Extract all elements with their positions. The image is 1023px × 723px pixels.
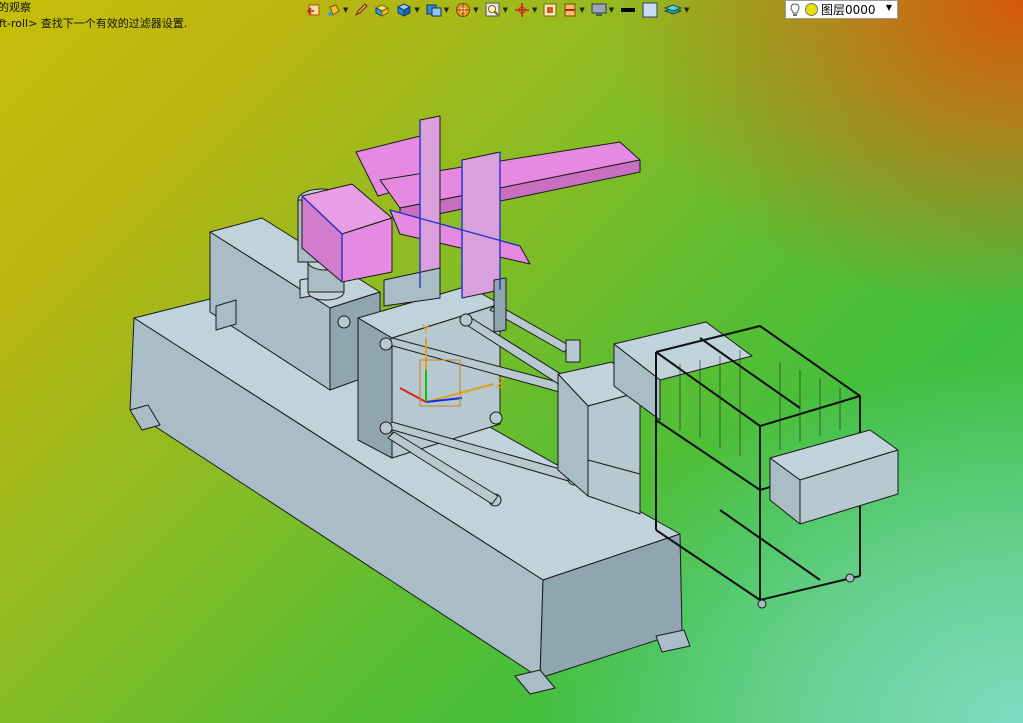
chevron-down-icon: ▼ — [684, 6, 690, 14]
views-button[interactable]: ▼ — [424, 1, 451, 19]
color-button[interactable] — [640, 1, 660, 19]
pencil-icon — [355, 3, 369, 17]
render-button[interactable]: ▼ — [453, 1, 480, 19]
chevron-down-icon: ▼ — [414, 6, 420, 14]
lightbulb-icon[interactable] — [790, 2, 800, 17]
snap-target-icon — [514, 3, 529, 17]
status-message-line-2: ft-roll> 查找下一个有效的过滤器设置. — [0, 17, 188, 30]
frame-icon — [543, 3, 557, 17]
display-button[interactable]: ▼ — [589, 1, 616, 19]
chevron-down-icon: ▼ — [531, 6, 538, 14]
axis-z-label: Z — [496, 377, 505, 392]
snap-button[interactable]: ▼ — [512, 1, 539, 19]
cube-views-icon — [426, 4, 442, 17]
chevron-down-icon: ▼ — [579, 6, 585, 14]
chevron-down-icon[interactable]: ▼ — [886, 3, 892, 12]
status-message-line-1: 的观察 — [0, 1, 31, 14]
chevron-down-icon: ▼ — [608, 6, 615, 14]
chevron-down-icon: ▼ — [343, 6, 349, 14]
cad-model[interactable]: Y Z — [0, 0, 1023, 723]
zoom-fit-icon — [485, 2, 500, 17]
zoom-button[interactable]: ▼ — [483, 1, 510, 19]
render-wheel-icon — [456, 3, 471, 17]
shaded-box-icon — [375, 4, 390, 17]
shaded-button[interactable] — [372, 1, 392, 19]
origin-icon — [307, 4, 320, 16]
chevron-down-icon: ▼ — [473, 6, 479, 14]
line-weight-icon — [621, 8, 636, 12]
layer-select[interactable]: 图层0000 ▼ — [785, 0, 898, 19]
solid-button[interactable]: ▼ — [394, 1, 421, 19]
chevron-down-icon: ▼ — [443, 6, 450, 14]
sketch-button[interactable] — [352, 1, 370, 19]
layer-stack-icon — [664, 4, 683, 15]
paint-button[interactable]: ▼ — [325, 1, 350, 19]
view-toolbar: ▼ ▼ ▼ ▼ ▼ ▼ ▼ ▼ ▼ — [305, 0, 692, 20]
chevron-down-icon: ▼ — [502, 6, 508, 14]
layer-color-icon — [805, 3, 818, 16]
color-swatch-icon — [642, 2, 658, 18]
monitor-icon — [591, 3, 607, 16]
origin-button[interactable] — [305, 1, 323, 19]
section-view-icon — [564, 3, 576, 17]
section-button[interactable]: ▼ — [561, 1, 586, 19]
3d-viewport[interactable]: 的观察 ft-roll> 查找下一个有效的过滤器设置. ▼ ▼ ▼ ▼ ▼ ▼ … — [0, 0, 1023, 723]
layer-name: 图层0000 — [821, 3, 876, 17]
frame-button[interactable] — [541, 1, 559, 19]
layer-button[interactable]: ▼ — [662, 1, 691, 19]
axis-y-label: Y — [421, 323, 430, 338]
solid-cube-icon — [397, 3, 412, 17]
paint-bucket-icon — [328, 4, 340, 16]
line-weight-button[interactable] — [618, 1, 638, 19]
